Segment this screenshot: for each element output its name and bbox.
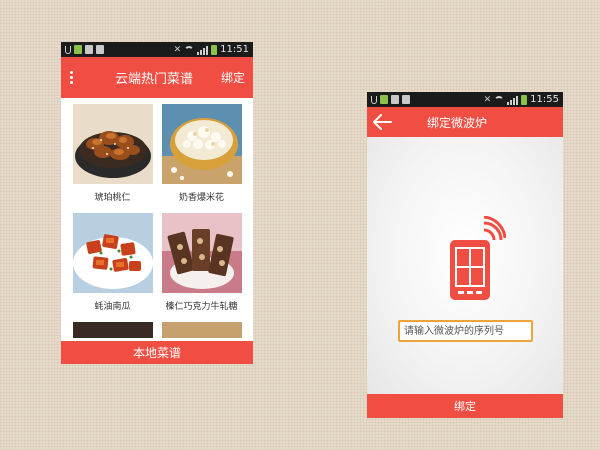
right-phone-screen: ✕ 11:55 绑定微波炉 请输入微波炉的序列号 绑定 <box>367 92 563 418</box>
recipe-card[interactable]: 榛仁巧克力牛轧糖 <box>160 213 243 322</box>
overflow-menu-icon[interactable] <box>61 69 81 86</box>
phone-wireless-icon <box>446 215 507 306</box>
recipe-card[interactable]: 蚝油南瓜 <box>71 213 154 322</box>
recipe-card[interactable]: 琥珀桃仁 <box>71 104 154 213</box>
bind-button[interactable]: 绑定 <box>221 69 253 86</box>
recipe-card[interactable] <box>71 322 154 338</box>
status-time: 11:51 <box>220 44 249 55</box>
usb-icon <box>371 95 377 104</box>
status-system-icons: ✕ 11:55 <box>484 94 559 105</box>
recipe-name: 奶香爆米花 <box>178 193 224 203</box>
serial-number-input[interactable] <box>398 320 533 342</box>
mute-icon: ✕ <box>483 94 492 105</box>
status-time: 11:55 <box>530 94 559 105</box>
page-title: 云端热门菜谱 <box>114 72 193 87</box>
status-system-icons: ✕ 11:51 <box>174 44 249 55</box>
hazelnut-chocolate-nougat-image <box>161 213 242 293</box>
battery-icon <box>521 94 528 105</box>
android-icon <box>380 95 388 104</box>
mute-icon: ✕ <box>173 44 182 55</box>
bind-button[interactable]: 绑定 <box>367 394 563 418</box>
recipe-grid: 琥珀桃仁 奶香爆米花 蚝油南瓜 榛仁巧克力牛轧糖 <box>61 98 253 338</box>
back-arrow-icon[interactable] <box>367 107 397 137</box>
oyster-sauce-pumpkin-image <box>72 213 153 293</box>
signal-icon <box>507 95 519 105</box>
status-bar: ✕ 11:51 <box>61 42 253 57</box>
app-bar: 绑定微波炉 <box>367 107 563 137</box>
local-recipes-button[interactable]: 本地菜谱 <box>61 341 253 364</box>
battery-icon <box>211 44 218 55</box>
wifi-icon <box>184 45 195 54</box>
recipe-image <box>161 322 242 338</box>
status-bar: ✕ 11:55 <box>367 92 563 107</box>
left-phone-screen: ✕ 11:51 云端热门菜谱 绑定 琥珀桃仁 奶香爆米花 蚝油南瓜 榛仁巧克力牛… <box>61 42 253 364</box>
wifi-icon <box>494 95 505 104</box>
file-icon <box>391 95 399 104</box>
recipe-card[interactable]: 奶香爆米花 <box>160 104 243 213</box>
recipe-card[interactable] <box>160 322 243 338</box>
file-icon <box>85 45 93 54</box>
popcorn-image <box>161 104 242 184</box>
usb-icon <box>65 45 71 54</box>
recipe-name: 琥珀桃仁 <box>94 193 131 203</box>
page-title: 绑定微波炉 <box>427 115 488 130</box>
app-bar: 云端热门菜谱 绑定 <box>61 57 253 98</box>
image-icon <box>96 45 104 54</box>
status-notification-icons <box>371 95 410 104</box>
status-notification-icons <box>65 45 104 54</box>
android-icon <box>74 45 82 54</box>
image-icon <box>402 95 410 104</box>
signal-icon <box>197 45 209 55</box>
recipe-name: 蚝油南瓜 <box>94 302 131 312</box>
caramel-walnuts-image <box>72 104 153 184</box>
recipe-name: 榛仁巧克力牛轧糖 <box>165 302 238 312</box>
recipe-image <box>72 322 153 338</box>
